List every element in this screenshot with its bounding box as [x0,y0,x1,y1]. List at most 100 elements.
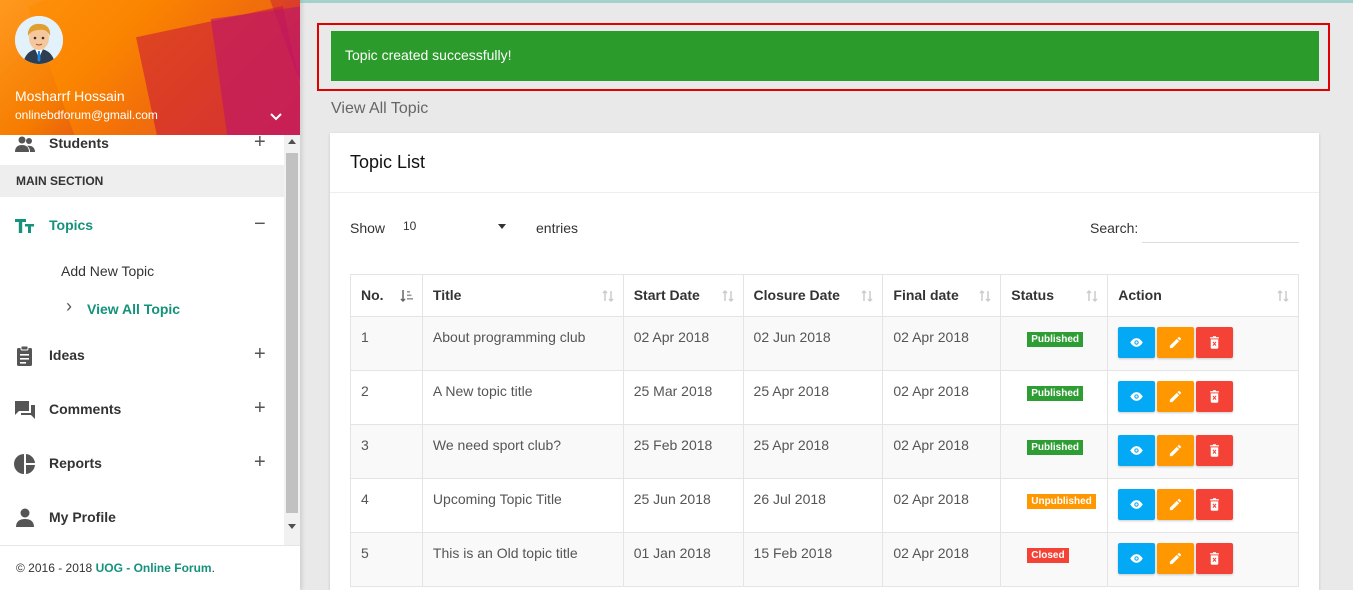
footer-copyright: © 2016 - 2018 [16,561,96,575]
cell-status: Published [1000,424,1109,479]
sidebar-item-ideas[interactable]: Ideas + [0,333,284,377]
pencil-icon [1170,390,1182,403]
minus-icon[interactable]: − [254,213,266,236]
trash-icon [1210,444,1220,457]
sidebar-item-comments[interactable]: Comments + [0,387,284,431]
table-body: 1 About programming club 02 Apr 2018 02 Jun… [350,316,1299,587]
comments-icon [14,399,36,421]
edit-button[interactable] [1157,381,1195,412]
pencil-icon [1170,498,1182,511]
delete-button[interactable] [1196,489,1234,520]
cell-action [1107,370,1299,425]
cell-status: Closed [1000,532,1109,587]
column-header-closure-date[interactable]: Closure Date [742,274,884,317]
avatar[interactable] [15,16,63,64]
view-button[interactable] [1118,327,1156,358]
edit-button[interactable] [1157,489,1195,520]
view-button[interactable] [1118,489,1156,520]
sort-icon [1277,289,1289,303]
view-button[interactable] [1118,381,1156,412]
eye-icon [1130,554,1143,563]
trash-icon [1210,390,1220,403]
sidebar-item-label: Ideas [49,347,85,363]
trash-icon [1210,336,1220,349]
cell-no: 4 [350,478,423,533]
sidebar-item-reports[interactable]: Reports + [0,441,284,485]
cell-title: This is an Old topic title [421,532,624,587]
page-title: View All Topic [331,100,429,117]
sidebar-item-topics[interactable]: Topics − [0,203,284,247]
show-label: Show [350,220,386,236]
text-format-icon [14,215,36,237]
chevron-down-icon[interactable] [267,108,285,126]
column-header-label: Closure Date [753,287,840,303]
eye-icon [1130,338,1143,347]
cell-status: Unpublished [1000,478,1109,533]
table-row: 1 About programming club 02 Apr 2018 02 Jun… [350,316,1299,371]
cell-action [1107,424,1299,479]
plus-icon[interactable]: + [254,343,266,366]
table-row: 4 Upcoming Topic Title 25 Jun 2018 26 Jul 2… [350,478,1299,533]
search-label: Search: [1090,220,1139,236]
sidebar-item-my-profile[interactable]: My Profile [0,495,284,539]
column-header-label: Title [432,287,462,303]
delete-button[interactable] [1196,381,1234,412]
column-header-action[interactable]: Action [1107,274,1299,317]
submenu-view-all-topic[interactable]: View All Topic [87,301,180,317]
submenu-add-new-topic[interactable]: Add New Topic [61,263,154,279]
sidebar-scrollbar[interactable] [284,135,300,545]
pie-chart-icon [14,453,36,475]
table-row: 5 This is an Old topic title 01 Jan 2018 15… [350,532,1299,587]
column-header-no[interactable]: No. [350,274,423,317]
sidebar-item-label: Topics [49,217,94,233]
scroll-down-arrow-icon[interactable] [288,524,296,529]
table-row: 2A New topic title 25 Mar 2018 25 Apr 2018… [350,370,1299,425]
sidebar-item-students[interactable]: Students + [0,135,284,165]
delete-button[interactable] [1196,327,1234,358]
sort-icon [1086,289,1098,303]
table-row: 3 We need sport club? 25 Feb 2018 25 Apr 20… [350,424,1299,479]
column-header-label: Start Date [633,287,700,303]
cell-title: About programming club [421,316,624,371]
cell-start-date: 25 Feb 2018 [622,424,744,479]
plus-icon[interactable]: + [254,451,266,474]
edit-button[interactable] [1157,327,1195,358]
footer-brand-link[interactable]: UOG - Online Forum [96,561,212,575]
search-input[interactable] [1142,213,1299,243]
view-button[interactable] [1118,543,1156,574]
cell-title: Upcoming Topic Title [421,478,624,533]
cell-status: Published [1000,316,1109,371]
plus-icon[interactable]: + [254,135,266,154]
edit-button[interactable] [1157,435,1195,466]
view-button[interactable] [1118,435,1156,466]
entries-select[interactable]: 10 [403,213,513,241]
column-header-label: Action [1118,287,1162,303]
edit-button[interactable] [1157,543,1195,574]
plus-icon[interactable]: + [254,397,266,420]
cell-closure-date: 25 Apr 2018 [742,424,884,479]
column-header-status[interactable]: Status [1000,274,1109,317]
person-icon [14,507,36,529]
scroll-up-arrow-icon[interactable] [288,139,296,144]
topics-table: No. Title Start Date Closure Date Final … [350,274,1299,587]
column-header-title[interactable]: Title [421,274,624,317]
eye-icon [1130,446,1143,455]
delete-button[interactable] [1196,435,1234,466]
cell-final-date: 02 Apr 2018 [882,424,1002,479]
sort-icon [722,289,734,303]
students-icon [14,135,36,155]
delete-button[interactable] [1196,543,1234,574]
status-badge: Published [1027,440,1084,455]
user-email: onlinebdforum@gmail.com [15,108,158,122]
status-badge: Closed [1027,548,1069,563]
column-header-start-date[interactable]: Start Date [622,274,744,317]
column-header-final-date[interactable]: Final date [882,274,1002,317]
card-title: Topic List [350,152,426,172]
eye-icon [1130,392,1143,401]
cell-no: 3 [350,424,423,479]
footer-suffix: . [211,561,215,575]
scrollbar-thumb[interactable] [286,153,298,513]
success-alert: Topic created successfully! [331,31,1319,81]
pencil-icon [1170,444,1182,457]
sort-icon [602,289,614,303]
